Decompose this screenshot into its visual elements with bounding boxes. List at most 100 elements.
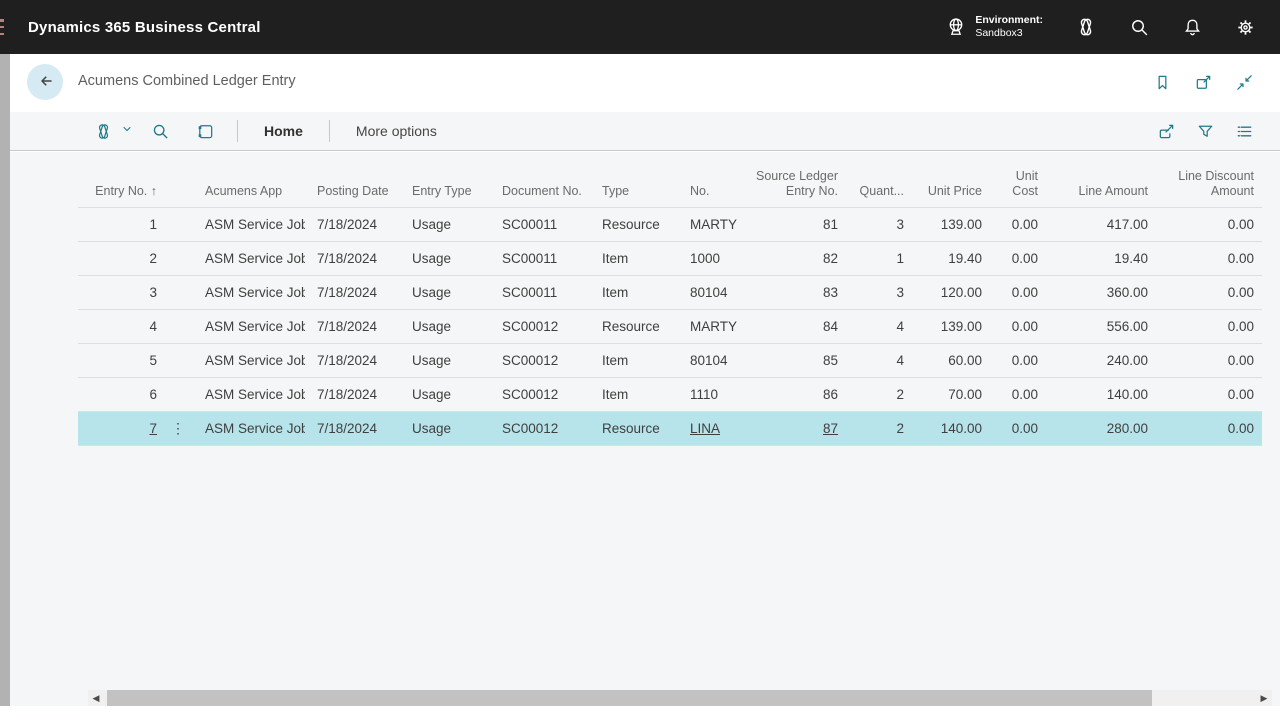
cell-unit_cost[interactable]: 0.00: [988, 251, 1044, 266]
table-row[interactable]: 4ASM Service Job7/18/2024UsageSC00012Res…: [78, 310, 1262, 344]
cell-unit_cost[interactable]: 0.00: [988, 217, 1044, 232]
cell-entry_no[interactable]: 3: [78, 285, 163, 300]
cell-line_amount[interactable]: 556.00: [1044, 319, 1154, 334]
cell-source_ledger_entry_no[interactable]: 82: [750, 251, 844, 266]
cell-type[interactable]: Item: [590, 387, 678, 402]
cell-unit_cost[interactable]: 0.00: [988, 285, 1044, 300]
back-button[interactable]: [27, 64, 63, 100]
cell-line_amount[interactable]: 240.00: [1044, 353, 1154, 368]
cell-acumens_app[interactable]: ASM Service Job: [193, 251, 305, 266]
menu-icon[interactable]: [0, 19, 4, 35]
cell-quantity[interactable]: 4: [844, 319, 910, 334]
list-view-button[interactable]: [1231, 118, 1258, 145]
cell-entry_type[interactable]: Usage: [400, 319, 490, 334]
cell-line_amount[interactable]: 417.00: [1044, 217, 1154, 232]
cell-entry_type[interactable]: Usage: [400, 387, 490, 402]
share-button[interactable]: [1153, 118, 1180, 145]
notifications-button[interactable]: [1170, 0, 1215, 54]
table-row[interactable]: 5 ASM Service Job7/18/2024UsageSC00012Ite…: [78, 344, 1262, 378]
more-options-button[interactable]: More options: [348, 119, 445, 143]
table-row[interactable]: 7⋮ASM Service Job7/18/2024UsageSC00012Re…: [78, 412, 1262, 446]
cell-unit_price[interactable]: 139.00: [910, 319, 988, 334]
cell-type[interactable]: Item: [590, 353, 678, 368]
cell-quantity[interactable]: 1: [844, 251, 910, 266]
cell-entry_no[interactable]: 6: [78, 387, 163, 402]
cell-type[interactable]: Resource: [590, 217, 678, 232]
column-header-source_ledger_entry_no[interactable]: Source Ledger Entry No.: [750, 169, 844, 200]
column-header-document_no[interactable]: Document No.: [490, 184, 590, 200]
cell-source_ledger_entry_no[interactable]: 86: [750, 387, 844, 402]
cell-document_no[interactable]: SC00011: [490, 217, 590, 232]
cell-posting_date[interactable]: 7/18/2024: [305, 387, 400, 402]
column-header-posting_date[interactable]: Posting Date: [305, 184, 400, 200]
cell-source_ledger_entry_no[interactable]: 81: [750, 217, 844, 232]
list-search-button[interactable]: [147, 118, 174, 145]
cell-quantity[interactable]: 3: [844, 285, 910, 300]
cell-entry_type[interactable]: Usage: [400, 217, 490, 232]
cell-line_discount_amount[interactable]: 0.00: [1154, 251, 1260, 266]
table-row[interactable]: 2ASM Service Job7/18/2024UsageSC00011Ite…: [78, 242, 1262, 276]
cell-quantity[interactable]: 2: [844, 387, 910, 402]
cell-line_amount[interactable]: 280.00: [1044, 421, 1154, 436]
column-header-unit_cost[interactable]: Unit Cost: [988, 169, 1044, 200]
cell-entry_no[interactable]: 4: [78, 319, 163, 334]
cell-unit_price[interactable]: 139.00: [910, 217, 988, 232]
cell-posting_date[interactable]: 7/18/2024: [305, 285, 400, 300]
cell-no[interactable]: 1110: [678, 387, 750, 402]
cell-posting_date[interactable]: 7/18/2024: [305, 251, 400, 266]
analysis-mode-button[interactable]: [192, 118, 219, 145]
cell-document_no[interactable]: SC00012: [490, 353, 590, 368]
cell-acumens_app[interactable]: ASM Service Job: [193, 387, 305, 402]
cell-no[interactable]: LINA: [678, 421, 750, 436]
filter-button[interactable]: [1192, 118, 1219, 145]
cell-unit_cost[interactable]: 0.00: [988, 421, 1044, 436]
cell-entry_no[interactable]: 1: [78, 217, 163, 232]
cell-line_amount[interactable]: 360.00: [1044, 285, 1154, 300]
cell-document_no[interactable]: SC00011: [490, 251, 590, 266]
cell-no[interactable]: 80104: [678, 285, 750, 300]
bookmark-button[interactable]: [1149, 69, 1176, 96]
column-header-entry_type[interactable]: Entry Type: [400, 184, 490, 200]
cell-posting_date[interactable]: 7/18/2024: [305, 353, 400, 368]
scroll-left-arrow[interactable]: ◀: [88, 690, 104, 706]
cell-acumens_app[interactable]: ASM Service Job: [193, 319, 305, 334]
cell-source_ledger_entry_no[interactable]: 87: [750, 421, 844, 436]
cell-line_discount_amount[interactable]: 0.00: [1154, 319, 1260, 334]
cell-entry_type[interactable]: Usage: [400, 421, 490, 436]
cell-entry_type[interactable]: Usage: [400, 285, 490, 300]
cell-line_discount_amount[interactable]: 0.00: [1154, 421, 1260, 436]
cell-document_no[interactable]: SC00012: [490, 421, 590, 436]
cell-entry_type[interactable]: Usage: [400, 353, 490, 368]
dynamics365-apps-button[interactable]: [1063, 0, 1109, 54]
scroll-right-arrow[interactable]: ▶: [1256, 690, 1272, 706]
open-in-window-button[interactable]: [1190, 69, 1217, 96]
cell-no[interactable]: MARTY: [678, 319, 750, 334]
column-header-line_amount[interactable]: Line Amount: [1044, 184, 1154, 200]
cell-unit_price[interactable]: 19.40: [910, 251, 988, 266]
column-header-type[interactable]: Type: [590, 184, 678, 200]
cell-line_amount[interactable]: 19.40: [1044, 251, 1154, 266]
column-header-line_discount_amount[interactable]: Line Discount Amount: [1154, 169, 1260, 200]
cell-unit_price[interactable]: 120.00: [910, 285, 988, 300]
environment-button[interactable]: Environment: Sandbox3: [933, 0, 1055, 54]
cell-quantity[interactable]: 2: [844, 421, 910, 436]
cell-line_discount_amount[interactable]: 0.00: [1154, 387, 1260, 402]
cell-unit_cost[interactable]: 0.00: [988, 387, 1044, 402]
cell-acumens_app[interactable]: ASM Service Job: [193, 353, 305, 368]
cell-acumens_app[interactable]: ASM Service Job: [193, 421, 305, 436]
cell-entry_no[interactable]: 2: [78, 251, 163, 266]
cell-type[interactable]: Resource: [590, 319, 678, 334]
cell-acumens_app[interactable]: ASM Service Job: [193, 217, 305, 232]
row-menu-icon[interactable]: ⋮: [163, 420, 193, 437]
cell-unit_cost[interactable]: 0.00: [988, 319, 1044, 334]
cell-entry_no[interactable]: 7: [78, 421, 163, 436]
cell-line_discount_amount[interactable]: 0.00: [1154, 217, 1260, 232]
scrollbar-track[interactable]: [104, 690, 1256, 706]
cell-no[interactable]: MARTY: [678, 217, 750, 232]
cell-entry_no[interactable]: 5: [78, 353, 163, 368]
cell-document_no[interactable]: SC00011: [490, 285, 590, 300]
tab-home[interactable]: Home: [256, 119, 311, 143]
cell-unit_cost[interactable]: 0.00: [988, 353, 1044, 368]
global-search-button[interactable]: [1117, 0, 1162, 54]
cell-source_ledger_entry_no[interactable]: 83: [750, 285, 844, 300]
